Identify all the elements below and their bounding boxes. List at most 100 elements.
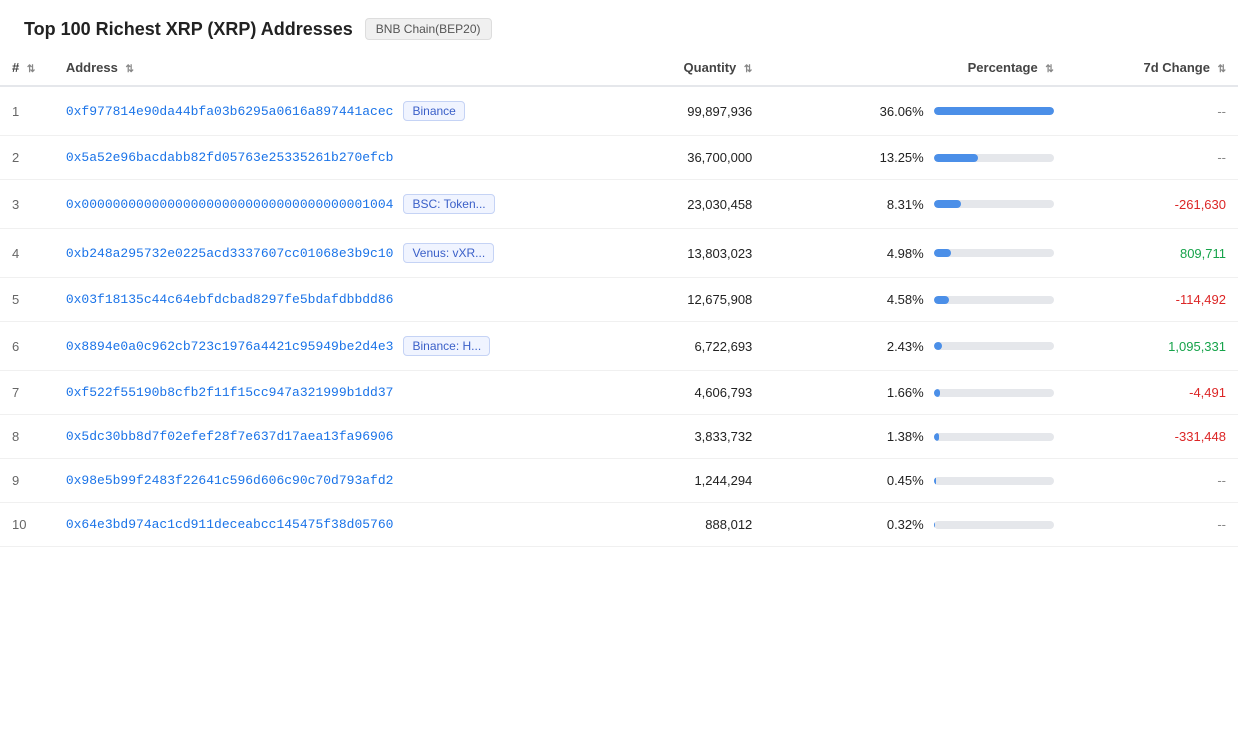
chain-badge: BNB Chain(BEP20) (365, 18, 492, 40)
table-row: 40xb248a295732e0225acd3337607cc01068e3b9… (0, 229, 1238, 278)
percentage-bar-fill (934, 154, 978, 162)
percentage-bar-fill (934, 342, 942, 350)
cell-quantity: 3,833,732 (592, 415, 764, 459)
percentage-bar-fill (934, 521, 935, 529)
address-link[interactable]: 0xb248a295732e0225acd3337607cc01068e3b9c… (66, 246, 394, 261)
cell-quantity: 99,897,936 (592, 86, 764, 136)
cell-address: 0xf977814e90da44bfa03b6295a0616a897441ac… (54, 86, 592, 136)
col-header-quantity[interactable]: Quantity ⇅ (592, 50, 764, 86)
percentage-bar-wrapper (934, 389, 1054, 397)
cell-row-num: 5 (0, 278, 54, 322)
percentage-bar-wrapper (934, 107, 1054, 115)
address-link[interactable]: 0x5dc30bb8d7f02efef28f7e637d17aea13fa969… (66, 429, 394, 444)
sort-icon-quantity: ⇅ (744, 64, 752, 75)
table-row: 80x5dc30bb8d7f02efef28f7e637d17aea13fa96… (0, 415, 1238, 459)
cell-row-num: 7 (0, 371, 54, 415)
table-header-row: # ⇅ Address ⇅ Quantity ⇅ Percentage ⇅ 7d… (0, 50, 1238, 86)
page-title: Top 100 Richest XRP (XRP) Addresses (24, 19, 353, 40)
col-header-address[interactable]: Address ⇅ (54, 50, 592, 86)
cell-percentage: 36.06% (764, 86, 1065, 136)
address-link[interactable]: 0x5a52e96bacdabb82fd05763e25335261b270ef… (66, 150, 394, 165)
cell-percentage: 1.38% (764, 415, 1065, 459)
cell-address: 0x5a52e96bacdabb82fd05763e25335261b270ef… (54, 136, 592, 180)
cell-7d-change: 1,095,331 (1066, 322, 1238, 371)
cell-percentage: 4.58% (764, 278, 1065, 322)
col-header-percentage[interactable]: Percentage ⇅ (764, 50, 1065, 86)
address-label-badge[interactable]: Venus: vXR... (403, 243, 494, 263)
address-label-badge[interactable]: Binance (403, 101, 464, 121)
cell-row-num: 2 (0, 136, 54, 180)
col-header-num[interactable]: # ⇅ (0, 50, 54, 86)
cell-quantity: 12,675,908 (592, 278, 764, 322)
cell-7d-change: -4,491 (1066, 371, 1238, 415)
table-row: 1 0xf977814e90da44bfa03b6295a0616a897441a… (0, 86, 1238, 136)
sort-icon-percentage: ⇅ (1045, 64, 1053, 75)
cell-7d-change: -- (1066, 136, 1238, 180)
percentage-text: 0.32% (874, 517, 924, 532)
cell-row-num: 1 (0, 86, 54, 136)
address-link[interactable]: 0x00000000000000000000000000000000000010… (66, 197, 394, 212)
percentage-text: 0.45% (874, 473, 924, 488)
cell-row-num: 6 (0, 322, 54, 371)
cell-address: 0x8894e0a0c962cb723c1976a4421c95949be2d4… (54, 322, 592, 371)
table-row: 7 0xf522f55190b8cfb2f11f15cc947a321999b1d… (0, 371, 1238, 415)
cell-7d-change: -331,448 (1066, 415, 1238, 459)
cell-row-num: 9 (0, 459, 54, 503)
cell-quantity: 1,244,294 (592, 459, 764, 503)
cell-7d-change: -- (1066, 503, 1238, 547)
cell-7d-change: -261,630 (1066, 180, 1238, 229)
table-row: 2 0x5a52e96bacdabb82fd05763e25335261b270e… (0, 136, 1238, 180)
cell-address: 0x64e3bd974ac1cd911deceabcc145475f38d057… (54, 503, 592, 547)
percentage-text: 4.98% (874, 246, 924, 261)
percentage-bar-wrapper (934, 249, 1054, 257)
address-label-badge[interactable]: Binance: H... (403, 336, 490, 356)
percentage-bar-fill (934, 296, 950, 304)
richest-addresses-table: # ⇅ Address ⇅ Quantity ⇅ Percentage ⇅ 7d… (0, 50, 1238, 547)
table-row: 6 0x8894e0a0c962cb723c1976a4421c95949be2d… (0, 322, 1238, 371)
cell-percentage: 1.66% (764, 371, 1065, 415)
percentage-bar-wrapper (934, 154, 1054, 162)
cell-7d-change: -- (1066, 86, 1238, 136)
percentage-bar-wrapper (934, 521, 1054, 529)
percentage-text: 4.58% (874, 292, 924, 307)
table-row: 30x0000000000000000000000000000000000001… (0, 180, 1238, 229)
address-link[interactable]: 0xf977814e90da44bfa03b6295a0616a897441ac… (66, 104, 394, 119)
page-header: Top 100 Richest XRP (XRP) Addresses BNB … (0, 0, 1238, 50)
percentage-bar-fill (934, 433, 939, 441)
percentage-bar-wrapper (934, 342, 1054, 350)
sort-icon-change: ⇅ (1218, 64, 1226, 75)
percentage-text: 13.25% (874, 150, 924, 165)
cell-quantity: 4,606,793 (592, 371, 764, 415)
cell-7d-change: 809,711 (1066, 229, 1238, 278)
percentage-text: 1.38% (874, 429, 924, 444)
sort-icon-num: ⇅ (27, 64, 35, 75)
col-header-change[interactable]: 7d Change ⇅ (1066, 50, 1238, 86)
cell-address: 0xf522f55190b8cfb2f11f15cc947a321999b1dd… (54, 371, 592, 415)
sort-icon-address: ⇅ (125, 64, 133, 75)
cell-quantity: 6,722,693 (592, 322, 764, 371)
cell-quantity: 36,700,000 (592, 136, 764, 180)
percentage-bar-wrapper (934, 477, 1054, 485)
percentage-bar-wrapper (934, 433, 1054, 441)
percentage-bar-fill (934, 477, 936, 485)
cell-address: 0x00000000000000000000000000000000000010… (54, 180, 592, 229)
cell-address: 0x5dc30bb8d7f02efef28f7e637d17aea13fa969… (54, 415, 592, 459)
percentage-bar-fill (934, 200, 962, 208)
address-label-badge[interactable]: BSC: Token... (403, 194, 494, 214)
cell-quantity: 13,803,023 (592, 229, 764, 278)
percentage-text: 1.66% (874, 385, 924, 400)
percentage-bar-fill (934, 107, 1054, 115)
address-link[interactable]: 0x98e5b99f2483f22641c596d606c90c70d793af… (66, 473, 394, 488)
percentage-bar-fill (934, 249, 951, 257)
percentage-text: 36.06% (874, 104, 924, 119)
address-link[interactable]: 0x03f18135c44c64ebfdcbad8297fe5bdafdbbdd… (66, 292, 394, 307)
percentage-bar-wrapper (934, 200, 1054, 208)
address-link[interactable]: 0xf522f55190b8cfb2f11f15cc947a321999b1dd… (66, 385, 394, 400)
cell-percentage: 2.43% (764, 322, 1065, 371)
cell-percentage: 0.32% (764, 503, 1065, 547)
address-link[interactable]: 0x64e3bd974ac1cd911deceabcc145475f38d057… (66, 517, 394, 532)
percentage-text: 2.43% (874, 339, 924, 354)
cell-percentage: 13.25% (764, 136, 1065, 180)
address-link[interactable]: 0x8894e0a0c962cb723c1976a4421c95949be2d4… (66, 339, 394, 354)
cell-quantity: 23,030,458 (592, 180, 764, 229)
